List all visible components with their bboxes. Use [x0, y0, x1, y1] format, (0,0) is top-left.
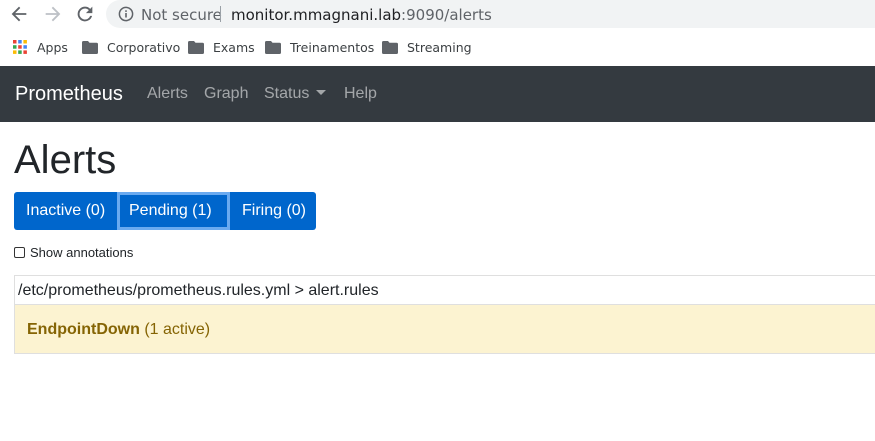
bookmark-apps[interactable]: Apps — [12, 39, 68, 55]
url-host: monitor.mmagnani.lab — [231, 6, 402, 24]
bookmark-treinamentos[interactable]: Treinamentos — [265, 39, 374, 55]
nav-help[interactable]: Help — [344, 85, 377, 103]
bookmark-label: Treinamentos — [290, 39, 375, 55]
bookmark-exams[interactable]: Exams — [188, 39, 255, 55]
info-icon[interactable] — [118, 6, 134, 22]
rule-group-header: /etc/prometheus/prometheus.rules.yml > a… — [15, 276, 875, 305]
url-path: :9090/alerts — [401, 6, 492, 24]
alert-state-filter: Inactive (0) Pending (1) Firing (0) — [14, 192, 316, 230]
nav-status-dropdown[interactable]: Status — [264, 85, 327, 103]
alert-name: EndpointDown — [27, 321, 140, 338]
show-annotations-checkbox[interactable] — [14, 247, 25, 258]
address-bar[interactable]: Not secure monitor.mmagnani.lab:9090/ale… — [106, 0, 875, 28]
pending-filter-button[interactable]: Pending (1) — [117, 192, 230, 230]
nav-graph[interactable]: Graph — [204, 85, 248, 103]
reload-icon[interactable] — [74, 3, 96, 25]
show-annotations-label: Show annotations — [30, 245, 134, 260]
forward-arrow-icon[interactable] — [42, 3, 64, 25]
bookmark-label: Streaming — [407, 39, 472, 55]
apps-grid-icon — [13, 40, 27, 54]
bookmark-label: Apps — [37, 39, 68, 55]
bookmark-label: Corporativo — [107, 39, 181, 55]
url-text[interactable]: monitor.mmagnani.lab:9090/alerts — [231, 6, 492, 24]
inactive-filter-button[interactable]: Inactive (0) — [14, 192, 117, 230]
bookmarks-bar: Apps Corporativo Exams Treinamentos Stre… — [0, 28, 875, 66]
folder-icon — [265, 40, 281, 54]
browser-toolbar: Not secure monitor.mmagnani.lab:9090/ale… — [0, 0, 875, 28]
folder-icon — [82, 40, 98, 54]
rule-group-table: /etc/prometheus/prometheus.rules.yml > a… — [14, 275, 875, 354]
show-annotations-toggle[interactable]: Show annotations — [14, 245, 133, 260]
alert-row[interactable]: EndpointDown (1 active) — [15, 305, 875, 353]
omnibox-divider — [220, 6, 221, 22]
page-title: Alerts — [14, 138, 117, 182]
bookmark-corporativo[interactable]: Corporativo — [82, 39, 180, 55]
bookmark-streaming[interactable]: Streaming — [382, 39, 472, 55]
nav-alerts[interactable]: Alerts — [147, 85, 188, 103]
bookmark-label: Exams — [213, 39, 255, 55]
caret-down-icon — [316, 90, 327, 95]
back-arrow-icon[interactable] — [8, 3, 30, 25]
folder-icon — [382, 40, 398, 54]
folder-icon — [188, 40, 204, 54]
firing-filter-button[interactable]: Firing (0) — [230, 192, 316, 230]
nav-status-label: Status — [264, 85, 310, 102]
prometheus-navbar: Prometheus Alerts Graph Status Help — [0, 66, 875, 122]
alert-active-count: (1 active) — [144, 321, 211, 338]
brand-link[interactable]: Prometheus — [15, 83, 123, 106]
security-label[interactable]: Not secure — [141, 6, 222, 24]
